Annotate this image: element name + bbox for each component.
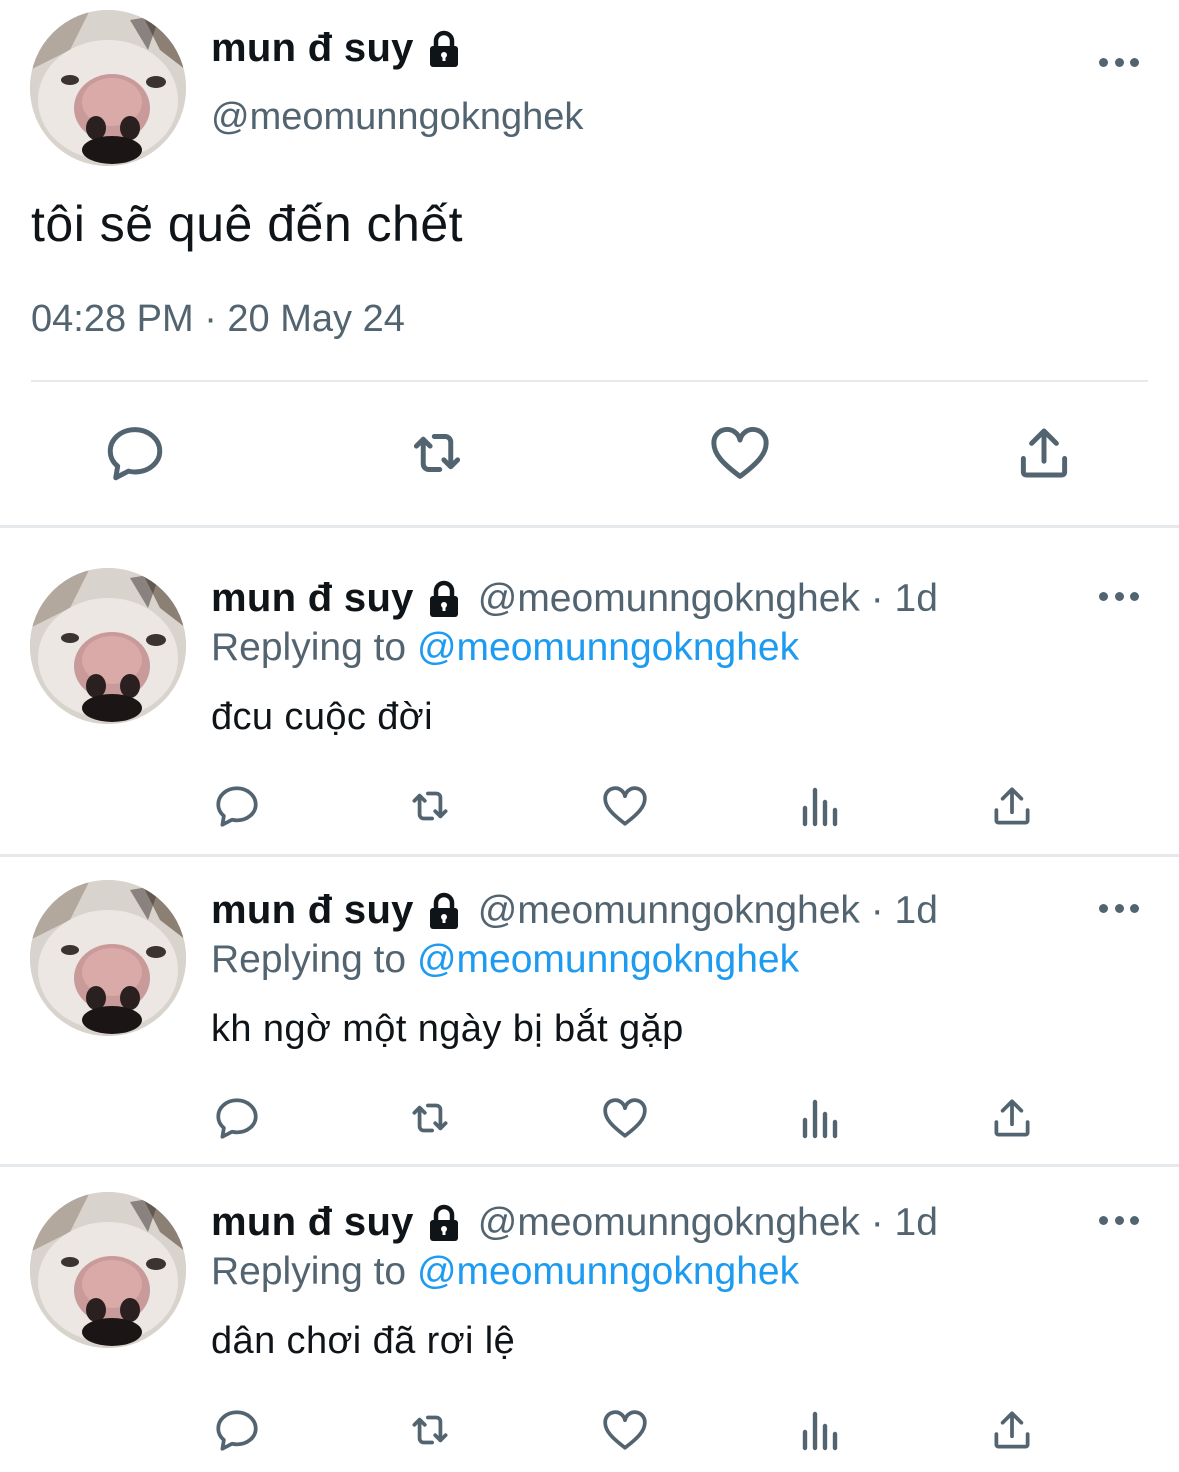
lock-icon (424, 1203, 464, 1243)
share-icon[interactable] (1011, 420, 1077, 486)
more-icon[interactable] (1099, 590, 1139, 602)
author-handle[interactable]: @meomunngoknghek (211, 96, 583, 139)
share-icon[interactable] (987, 781, 1037, 831)
replying-to: Replying to @meomunngoknghek (211, 626, 799, 670)
retweet-icon[interactable] (402, 781, 458, 831)
more-icon[interactable] (1099, 56, 1139, 68)
handle-time[interactable]: @meomunngoknghek · 1d (478, 577, 938, 621)
share-icon[interactable] (987, 1405, 1037, 1455)
replying-to: Replying to @meomunngoknghek (211, 1250, 799, 1294)
divider (31, 380, 1148, 382)
replying-label: Replying to (211, 626, 417, 669)
reply-icon[interactable] (102, 420, 168, 486)
views-icon[interactable] (795, 1405, 843, 1455)
replying-label: Replying to (211, 1250, 417, 1293)
more-icon[interactable] (1099, 1214, 1139, 1226)
replying-handle-link[interactable]: @meomunngoknghek (417, 1250, 799, 1293)
reply-header: mun đ suy @meomunngoknghek · 1d (211, 576, 938, 621)
section-divider (0, 1164, 1179, 1167)
avatar[interactable] (30, 568, 186, 724)
avatar[interactable] (30, 880, 186, 1036)
reply-header: mun đ suy @meomunngoknghek · 1d (211, 888, 938, 933)
tweet-text: tôi sẽ quê đến chết (31, 196, 464, 252)
like-icon[interactable] (707, 420, 773, 486)
lock-icon (424, 579, 464, 619)
section-divider (0, 525, 1179, 528)
retweet-icon[interactable] (402, 420, 472, 486)
share-icon[interactable] (987, 1093, 1037, 1143)
tweet-timestamp[interactable]: 04:28 PM · 20 May 24 (31, 298, 405, 341)
section-divider (0, 854, 1179, 857)
like-icon[interactable] (600, 1405, 650, 1455)
like-icon[interactable] (600, 1093, 650, 1143)
author-name[interactable]: mun đ suy (211, 576, 414, 621)
handle-time[interactable]: @meomunngoknghek · 1d (478, 1201, 938, 1245)
replying-handle-link[interactable]: @meomunngoknghek (417, 938, 799, 981)
author-name[interactable]: mun đ suy (211, 888, 414, 933)
views-icon[interactable] (795, 781, 843, 831)
avatar[interactable] (30, 1192, 186, 1348)
avatar[interactable] (30, 10, 186, 166)
tweet-text: dân chơi đã rơi lệ (211, 1320, 516, 1362)
retweet-icon[interactable] (402, 1405, 458, 1455)
retweet-icon[interactable] (402, 1093, 458, 1143)
author-name[interactable]: mun đ suy (211, 1200, 414, 1245)
handle-time[interactable]: @meomunngoknghek · 1d (478, 889, 938, 933)
reply-header: mun đ suy @meomunngoknghek · 1d (211, 1200, 938, 1245)
reply-icon[interactable] (212, 1093, 262, 1143)
tweet-text: đcu cuộc đời (211, 696, 433, 738)
replying-to: Replying to @meomunngoknghek (211, 938, 799, 982)
reply-icon[interactable] (212, 1405, 262, 1455)
lock-icon (424, 29, 464, 69)
author-name[interactable]: mun đ suy (211, 26, 414, 71)
more-icon[interactable] (1099, 902, 1139, 914)
replying-handle-link[interactable]: @meomunngoknghek (417, 626, 799, 669)
lock-icon (424, 891, 464, 931)
tweet-text: kh ngờ một ngày bị bắt gặp (211, 1008, 684, 1050)
views-icon[interactable] (795, 1093, 843, 1143)
like-icon[interactable] (600, 781, 650, 831)
author-name-row: mun đ suy (211, 26, 464, 71)
replying-label: Replying to (211, 938, 417, 981)
reply-icon[interactable] (212, 781, 262, 831)
